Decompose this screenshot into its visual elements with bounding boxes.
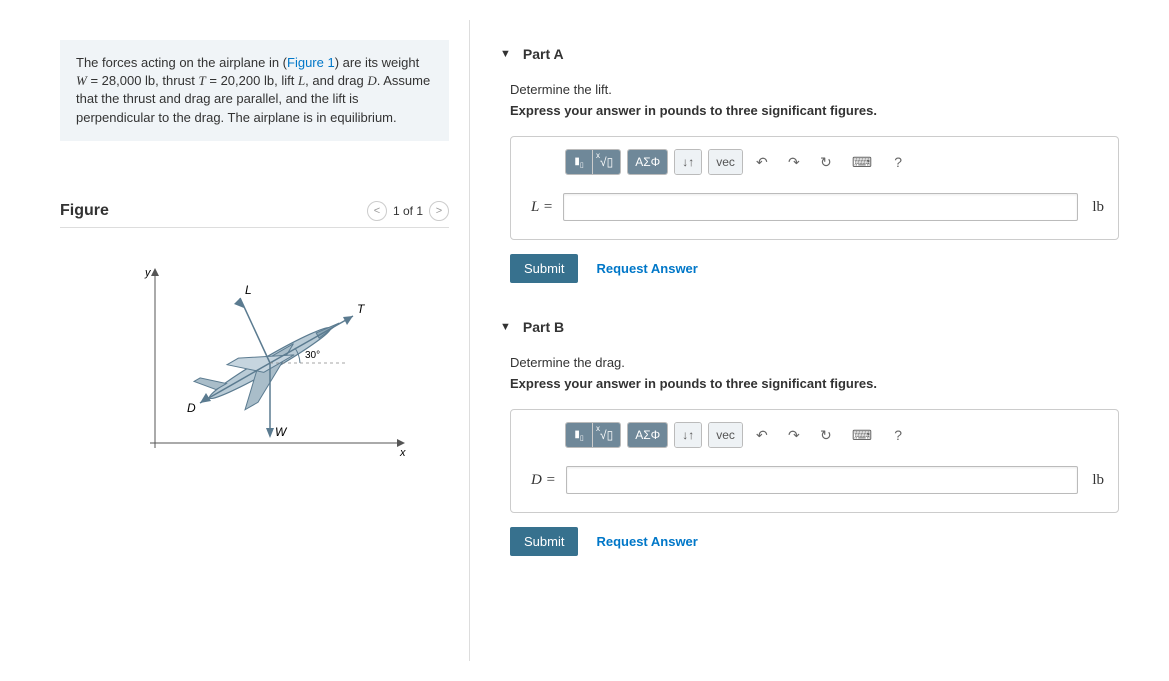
var-D: D bbox=[367, 73, 376, 88]
var-W: W bbox=[76, 73, 87, 88]
greek-button[interactable]: ΑΣΦ bbox=[628, 423, 667, 447]
pager-next-button[interactable]: > bbox=[429, 201, 449, 221]
templates-button[interactable]: ▮▯ bbox=[566, 423, 592, 447]
subscript-button[interactable]: ↓↑ bbox=[675, 423, 701, 447]
help-button[interactable]: ? bbox=[885, 150, 911, 174]
part-instruction: Express your answer in pounds to three s… bbox=[510, 103, 1129, 118]
part-prompt: Determine the drag. bbox=[510, 355, 1129, 370]
variable-label: D = bbox=[531, 472, 556, 489]
collapse-icon[interactable]: ▼ bbox=[500, 321, 511, 333]
subscript-button[interactable]: ↓↑ bbox=[675, 150, 701, 174]
math-toolbar: ▮▯ x√▯ ΑΣΦ ↓↑ vec ↶ ↷ ↻ ⌨ bbox=[565, 422, 1104, 448]
angle-label: 30° bbox=[305, 350, 320, 361]
submit-button[interactable]: Submit bbox=[510, 527, 578, 556]
unit: lb bbox=[145, 73, 155, 88]
variable-label: L = bbox=[531, 199, 553, 216]
figure-pager: < 1 of 1 > bbox=[367, 201, 449, 221]
request-answer-link[interactable]: Request Answer bbox=[596, 534, 697, 549]
problem-statement: The forces acting on the airplane in (Fi… bbox=[60, 40, 449, 141]
undo-button[interactable]: ↶ bbox=[749, 150, 775, 174]
sqrt-button[interactable]: x√▯ bbox=[592, 423, 620, 447]
undo-button[interactable]: ↶ bbox=[749, 423, 775, 447]
vector-button[interactable]: vec bbox=[709, 423, 742, 447]
force-L-label: L bbox=[245, 283, 252, 297]
unit-label: lb bbox=[1092, 472, 1104, 489]
answer-input[interactable] bbox=[563, 193, 1078, 221]
keyboard-button[interactable]: ⌨ bbox=[845, 423, 879, 447]
text: , thrust bbox=[155, 73, 198, 88]
force-D-label: D bbox=[187, 401, 196, 415]
text: , lift bbox=[274, 73, 298, 88]
text: = 20,200 bbox=[206, 73, 264, 88]
redo-button[interactable]: ↷ bbox=[781, 423, 807, 447]
request-answer-link[interactable]: Request Answer bbox=[596, 261, 697, 276]
unit-label: lb bbox=[1092, 199, 1104, 216]
axis-y-label: y bbox=[144, 267, 152, 279]
greek-button[interactable]: ΑΣΦ bbox=[628, 150, 667, 174]
force-W-label: W bbox=[275, 425, 288, 439]
part-title: Part A bbox=[523, 46, 564, 62]
pager-prev-button[interactable]: < bbox=[367, 201, 387, 221]
part-b: ▼ Part B Determine the drag. Express you… bbox=[500, 313, 1129, 556]
figure-title: Figure bbox=[60, 202, 109, 220]
text: The forces acting on the airplane in ( bbox=[76, 55, 287, 70]
axis-x-label: x bbox=[399, 447, 406, 459]
help-button[interactable]: ? bbox=[885, 423, 911, 447]
unit: lb bbox=[264, 73, 274, 88]
text: ) are its weight bbox=[335, 55, 420, 70]
submit-button[interactable]: Submit bbox=[510, 254, 578, 283]
force-T-label: T bbox=[357, 302, 366, 316]
answer-input[interactable] bbox=[566, 466, 1079, 494]
figure-image: y x L T bbox=[60, 258, 449, 478]
text: = 28,000 bbox=[87, 73, 145, 88]
reset-button[interactable]: ↻ bbox=[813, 423, 839, 447]
part-instruction: Express your answer in pounds to three s… bbox=[510, 376, 1129, 391]
pager-count: 1 of 1 bbox=[393, 204, 423, 218]
var-T: T bbox=[199, 73, 206, 88]
answer-box: ▮▯ x√▯ ΑΣΦ ↓↑ vec ↶ ↷ ↻ ⌨ bbox=[510, 136, 1119, 240]
reset-button[interactable]: ↻ bbox=[813, 150, 839, 174]
templates-button[interactable]: ▮▯ bbox=[566, 150, 592, 174]
vector-button[interactable]: vec bbox=[709, 150, 742, 174]
sqrt-button[interactable]: x√▯ bbox=[592, 150, 620, 174]
collapse-icon[interactable]: ▼ bbox=[500, 48, 511, 60]
part-a: ▼ Part A Determine the lift. Express you… bbox=[500, 40, 1129, 283]
answer-box: ▮▯ x√▯ ΑΣΦ ↓↑ vec ↶ ↷ ↻ ⌨ bbox=[510, 409, 1119, 513]
part-prompt: Determine the lift. bbox=[510, 82, 1129, 97]
keyboard-button[interactable]: ⌨ bbox=[845, 150, 879, 174]
math-toolbar: ▮▯ x√▯ ΑΣΦ ↓↑ vec ↶ ↷ ↻ ⌨ bbox=[565, 149, 1104, 175]
part-title: Part B bbox=[523, 319, 564, 335]
figure-link[interactable]: Figure 1 bbox=[287, 55, 335, 70]
redo-button[interactable]: ↷ bbox=[781, 150, 807, 174]
text: , and drag bbox=[305, 73, 367, 88]
